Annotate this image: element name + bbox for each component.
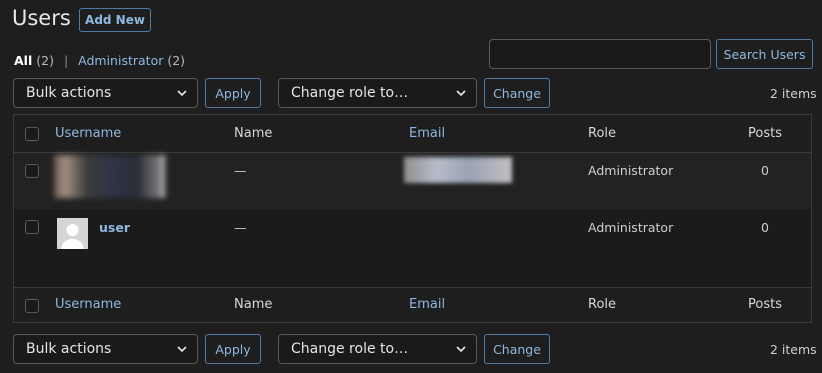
username-link[interactable]: user <box>99 220 130 235</box>
table-footer-row: Username Name Email Role Posts <box>14 287 811 323</box>
apply-button-bottom[interactable]: Apply <box>205 334 261 364</box>
add-new-user-button[interactable]: Add New <box>79 8 151 32</box>
column-username-sort-footer[interactable]: Username <box>55 297 121 312</box>
user-role: Administrator <box>588 163 674 178</box>
users-table: Username Name Email Role Posts — Adminis… <box>13 114 812 323</box>
items-count-bottom: 2 items <box>770 342 817 357</box>
blurred-email-link[interactable] <box>404 157 512 183</box>
column-name-footer: Name <box>234 297 273 312</box>
bulk-actions-value: Bulk actions <box>26 341 112 357</box>
role-filter-links: All (2) | Administrator (2) <box>14 53 185 68</box>
row-checkbox[interactable] <box>25 164 39 178</box>
column-name: Name <box>234 126 273 141</box>
apply-button-top[interactable]: Apply <box>205 78 261 108</box>
chevron-down-icon <box>456 346 466 353</box>
filter-separator: | <box>63 53 69 68</box>
change-role-select-top[interactable]: Change role to… <box>278 78 477 108</box>
user-silhouette-icon <box>61 224 84 249</box>
table-row: — Administrator 0 <box>14 153 811 209</box>
filter-all-count: (2) <box>36 53 54 68</box>
avatar <box>57 218 88 249</box>
table-header-row: Username Name Email Role Posts <box>14 115 811 153</box>
column-role-footer: Role <box>588 297 617 312</box>
change-role-button-top[interactable]: Change <box>484 78 550 108</box>
select-all-checkbox[interactable] <box>25 127 39 141</box>
search-users-input[interactable] <box>489 39 711 69</box>
user-posts[interactable]: 0 <box>761 163 769 178</box>
bulk-actions-select-bottom[interactable]: Bulk actions <box>13 334 198 364</box>
bulk-actions-select-top[interactable]: Bulk actions <box>13 78 198 108</box>
search-users-button[interactable]: Search Users <box>716 39 813 69</box>
blurred-avatar-username[interactable] <box>54 155 165 198</box>
chevron-down-icon <box>456 90 466 97</box>
user-role: Administrator <box>588 220 674 235</box>
select-all-checkbox-footer[interactable] <box>25 299 39 313</box>
filter-administrator-count: (2) <box>167 53 186 68</box>
change-role-value: Change role to… <box>291 341 409 357</box>
column-posts-footer: Posts <box>748 297 782 312</box>
change-role-select-bottom[interactable]: Change role to… <box>278 334 477 364</box>
chevron-down-icon <box>177 346 187 353</box>
change-role-value: Change role to… <box>291 85 409 101</box>
bulk-actions-value: Bulk actions <box>26 85 112 101</box>
column-email-sort-footer[interactable]: Email <box>409 297 445 312</box>
items-count-top: 2 items <box>770 86 817 101</box>
user-name: — <box>234 220 247 235</box>
filter-administrator-link[interactable]: Administrator <box>78 53 163 68</box>
chevron-down-icon <box>177 90 187 97</box>
page-title: Users <box>12 6 71 30</box>
user-posts[interactable]: 0 <box>761 220 769 235</box>
filter-all-link[interactable]: All <box>14 53 32 68</box>
row-checkbox[interactable] <box>25 220 39 234</box>
column-username-sort[interactable]: Username <box>55 126 121 141</box>
change-role-button-bottom[interactable]: Change <box>484 334 550 364</box>
column-email-sort[interactable]: Email <box>409 126 445 141</box>
column-role: Role <box>588 126 617 141</box>
user-name: — <box>234 163 247 178</box>
table-row: user — Administrator 0 <box>14 209 811 287</box>
column-posts: Posts <box>748 126 782 141</box>
